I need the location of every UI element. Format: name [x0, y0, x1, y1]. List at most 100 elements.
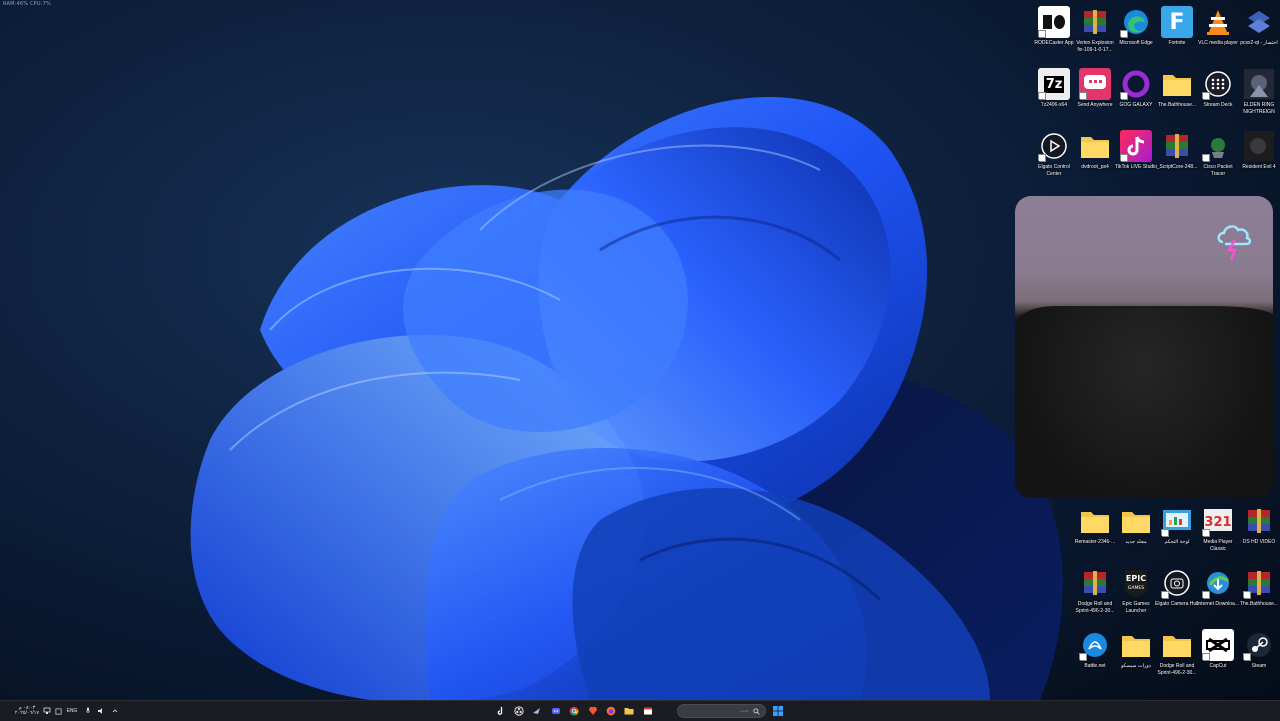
- icon-bathhouse-2[interactable]: The.Bathhouse...: [1237, 567, 1280, 608]
- taskbar: ٠٨:٠٣ م ٢٠٢٥/٠٦/١٧ ENG: [0, 700, 1280, 721]
- taskbar-discord-icon[interactable]: [549, 704, 563, 718]
- icon-internet-download[interactable]: Internet Downloa...: [1196, 567, 1240, 608]
- icon-vlc[interactable]: VLC media player: [1196, 6, 1240, 47]
- shortcut-arrow-icon: [1161, 529, 1169, 537]
- icon-label: RODECaster App: [1034, 40, 1074, 46]
- taskbar-chrome-icon[interactable]: [567, 704, 581, 718]
- microphone-icon[interactable]: [84, 704, 92, 718]
- icon-label: Dodge Roll and Sprint-496-2-30...: [1075, 601, 1115, 614]
- icon-rodecaster-app[interactable]: RODECaster App: [1032, 6, 1076, 47]
- icon-label: VLC media player: [1198, 40, 1238, 46]
- icon-label: Elgato Camera Hub: [1155, 601, 1199, 607]
- icon-elden-ring[interactable]: ELDEN RING NIGHTREIGN: [1237, 68, 1280, 115]
- folder-icon: [1120, 629, 1152, 661]
- fortnite-icon: F: [1161, 6, 1193, 38]
- shortcut-arrow-icon: [1202, 154, 1210, 162]
- winrar-icon: [1243, 505, 1275, 537]
- icon-dvdroot[interactable]: dvdroot_ps4: [1073, 130, 1117, 171]
- elgato-icon: [1038, 130, 1070, 162]
- icon-microsoft-edge[interactable]: Microsoft Edge: [1114, 6, 1158, 47]
- icon-stream-deck[interactable]: Stream Deck: [1196, 68, 1240, 109]
- icon-label: The.Bathhouse...: [1157, 102, 1197, 108]
- icon-label: 7z2406-x64: [1040, 102, 1068, 108]
- icon-gog-galaxy[interactable]: GOG GALAXY: [1114, 68, 1158, 109]
- windows-logo-icon[interactable]: [771, 704, 785, 718]
- icon-elgato-control[interactable]: Elgato Control Center: [1032, 130, 1076, 177]
- taskbar-search[interactable]: [677, 704, 766, 718]
- icon-label: GOG GALAXY: [1119, 102, 1153, 108]
- volume-icon[interactable]: [96, 704, 106, 718]
- camera-hub-icon: [1161, 567, 1193, 599]
- taskbar-file-explorer-icon[interactable]: [622, 704, 636, 718]
- icon-dodge-roll-1[interactable]: Dodge Roll and Sprint-496-2-30...: [1073, 567, 1117, 614]
- icon-fortnite[interactable]: F Fortnite: [1155, 6, 1199, 47]
- icon-scriptcore[interactable]: _ScriptCore-248...: [1155, 130, 1199, 171]
- icon-ds-hd-video[interactable]: DS HD VIDEO: [1237, 505, 1280, 546]
- shortcut-arrow-icon: [1038, 92, 1046, 100]
- taskbar-obs-icon[interactable]: [512, 704, 526, 718]
- mpc-icon: 321: [1202, 505, 1234, 537]
- system-clock[interactable]: ٠٨:٠٣ م ٢٠٢٥/٠٦/١٧: [14, 704, 40, 718]
- icon-label: Microsoft Edge: [1119, 40, 1153, 46]
- shortcut-arrow-icon: [1202, 529, 1210, 537]
- pcsx2-icon: [1243, 6, 1275, 38]
- folder-icon: [1079, 505, 1111, 537]
- icon-epic-games[interactable]: EPIC GAMES Epic Games Launcher: [1114, 567, 1158, 614]
- icon-label: Battle.net: [1084, 663, 1106, 669]
- vlc-icon: [1202, 6, 1234, 38]
- icon-label: Fortnite: [1168, 40, 1186, 46]
- icon-steam[interactable]: Steam: [1237, 629, 1280, 670]
- icon-label: TikTok LIVE Studio: [1114, 164, 1158, 170]
- webcam-scene: [1015, 306, 1273, 498]
- re4-icon: [1243, 130, 1275, 162]
- icon-vertex-explosion[interactable]: Vertex Explosion fix-109-1-0-17...: [1073, 6, 1117, 53]
- idm-icon: [1202, 567, 1234, 599]
- search-input[interactable]: [689, 708, 749, 714]
- language-indicator[interactable]: ENG: [65, 704, 79, 718]
- icon-pcsx2[interactable]: pcsx2-qt - اختصار: [1237, 6, 1280, 47]
- icon-label: CapCut: [1209, 663, 1227, 669]
- icon-folder-remaster[interactable]: Remaster-2346-...: [1073, 505, 1117, 546]
- icon-media-player-classic[interactable]: 321 Media Player Classic: [1196, 505, 1240, 552]
- taskbar-steam-icon[interactable]: [530, 704, 544, 718]
- steam-icon: [1243, 629, 1275, 661]
- shortcut-arrow-icon: [1161, 591, 1169, 599]
- network-icon[interactable]: [42, 704, 52, 718]
- system-stats-overlay: RAM:46% CPU:7%: [3, 1, 51, 7]
- winrar-icon: [1243, 567, 1275, 599]
- icon-folder-dorat[interactable]: دورات سيسكو: [1114, 629, 1158, 670]
- icon-label: لوحة التحكم: [1164, 539, 1190, 545]
- icon-elgato-camera[interactable]: Elgato Camera Hub: [1155, 567, 1199, 608]
- shortcut-arrow-icon: [1120, 30, 1128, 38]
- shortcut-arrow-icon: [1243, 653, 1251, 661]
- icon-label: DS HD VIDEO: [1242, 539, 1276, 545]
- winrar-icon: [1079, 567, 1111, 599]
- svg-text:GAMES: GAMES: [1128, 585, 1144, 591]
- icon-7z[interactable]: 7z 7z2406-x64: [1032, 68, 1076, 109]
- icon-label: Vertex Explosion fix-109-1-0-17...: [1076, 40, 1114, 53]
- taskbar-calendar-icon[interactable]: [641, 704, 655, 718]
- notification-bell-icon[interactable]: [54, 704, 62, 718]
- icon-control-panel[interactable]: لوحة التحكم: [1155, 505, 1199, 546]
- taskbar-firefox-icon[interactable]: [604, 704, 618, 718]
- icon-tiktok-live[interactable]: TikTok LIVE Studio: [1114, 130, 1158, 171]
- control-panel-icon: [1161, 505, 1193, 537]
- icon-send-anywhere[interactable]: Send Anywhere: [1073, 68, 1117, 109]
- icon-battlenet[interactable]: Battle.net: [1073, 629, 1117, 670]
- icon-resident-evil[interactable]: Resident Evil 4: [1237, 130, 1280, 171]
- icon-label: Resident Evil 4: [1242, 164, 1276, 170]
- taskbar-brave-icon[interactable]: [586, 704, 600, 718]
- icon-capcut[interactable]: CapCut: [1196, 629, 1240, 670]
- icon-cisco-packet[interactable]: Cisco Packet Tracer: [1196, 130, 1240, 177]
- taskbar-tiktok-icon[interactable]: [494, 704, 508, 718]
- icon-folder-bathhouse[interactable]: The.Bathhouse...: [1155, 68, 1199, 109]
- edge-icon: [1120, 6, 1152, 38]
- svg-text:EPIC: EPIC: [1126, 574, 1146, 583]
- tray-overflow-chevron-icon[interactable]: [110, 704, 120, 718]
- icon-label: Media Player Classic: [1203, 539, 1233, 552]
- capcut-icon: [1202, 629, 1234, 661]
- icon-new-folder[interactable]: مجلد جديد: [1114, 505, 1158, 546]
- epic-icon: EPIC GAMES: [1120, 567, 1152, 599]
- icon-dodge-roll-2[interactable]: Dodge Roll and Sprint-496-2-30...: [1155, 629, 1199, 676]
- rode-icon: [1038, 6, 1070, 38]
